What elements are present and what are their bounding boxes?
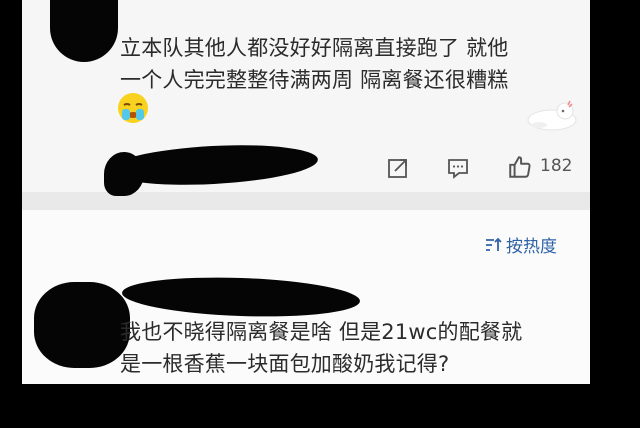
crying-emoji bbox=[118, 93, 148, 123]
section-separator bbox=[22, 192, 590, 210]
redacted-avatar-2 bbox=[34, 282, 130, 368]
sort-by-hot-button[interactable]: 按热度 bbox=[484, 232, 557, 257]
first-comment-line-2: 一个人完完整整待满两周 隔离餐还很糟糕 bbox=[120, 68, 509, 92]
thumbs-up-icon[interactable] bbox=[507, 154, 533, 180]
like-count: 182 bbox=[540, 156, 573, 176]
comment-icon[interactable] bbox=[446, 156, 470, 180]
share-icon[interactable] bbox=[386, 156, 410, 180]
second-comment-line-2: 是一根香蕉一块面包加酸奶我记得? bbox=[120, 352, 450, 376]
phone-screen: 立本队其他人都没好好隔离直接跑了 就他 一个人完完整整待满两周 隔离餐还很糟糕 … bbox=[22, 0, 590, 384]
reclining-blob-sticker bbox=[527, 100, 577, 131]
sort-label: 按热度 bbox=[506, 237, 557, 257]
redacted-username-tail bbox=[104, 152, 144, 196]
second-comment-line-1: 我也不晓得隔离餐是啥 但是21wc的配餐就 bbox=[120, 320, 523, 344]
first-comment-line-1: 立本队其他人都没好好隔离直接跑了 就他 bbox=[120, 36, 509, 60]
sort-icon bbox=[486, 237, 502, 251]
